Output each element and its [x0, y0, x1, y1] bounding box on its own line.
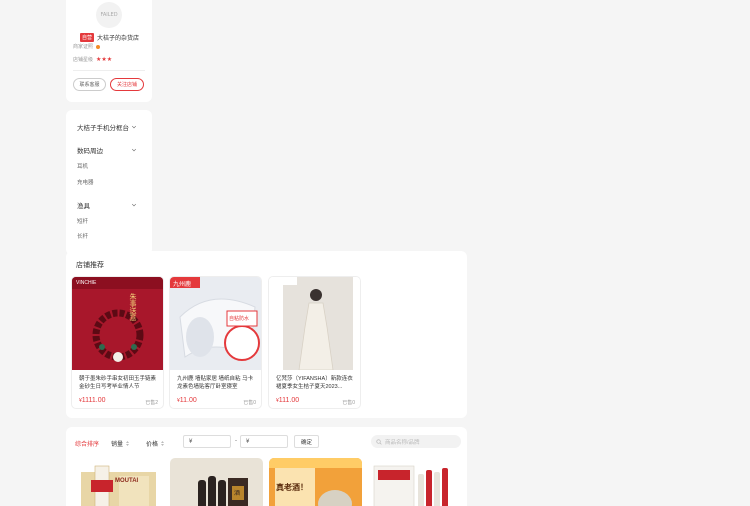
shop-recommend-card: 店铺推荐 VINCHIE 朱事送意 朝于墨朱砂手串女初田玉手链素金砂生日写考毕业…: [66, 251, 467, 418]
recommend-title: 店铺推荐: [76, 262, 104, 269]
product-card[interactable]: 真老酒！: [269, 458, 362, 506]
recommend-item[interactable]: VINCHIE 朱事送意 朝于墨朱砂手串女初田玉手链素金砂生日写考毕业情人节 ¥…: [71, 276, 164, 409]
rating-stars: ★★★: [96, 57, 113, 63]
category-header-label: 大桔子手机分框台: [77, 125, 129, 132]
rating-label: 店铺星级: [73, 57, 94, 63]
recommend-item[interactable]: 九州鹿 自粘防水 九州鹿 墙贴家居 墙纸自粘 马卡龙素色墙贴客厅卧室寝室 ¥11…: [169, 276, 262, 409]
shop-name: 大桔子的杂货店: [97, 36, 140, 42]
product-label: MOUTAI: [115, 478, 139, 484]
sort-tab-price[interactable]: 价格: [146, 439, 165, 448]
category-group-fishing[interactable]: 渔具: [77, 200, 137, 210]
category-group-digital[interactable]: 数码周边: [77, 145, 137, 155]
sort-tab-sales[interactable]: 销量: [111, 439, 130, 448]
contact-service-button[interactable]: 联系客服: [73, 78, 106, 91]
recommend-item[interactable]: 亿梵莎（YIFANSHA）新款连衣裙夏季女生桔子夏天2023... ¥111.0…: [268, 276, 361, 409]
chevron-down-icon: [131, 125, 137, 129]
divider: [73, 70, 145, 71]
product-image-text: 朱事送意: [129, 293, 136, 321]
search-icon: [376, 438, 382, 445]
license-label: 商家证照: [73, 44, 94, 50]
category-item-charger[interactable]: 充电器: [77, 178, 94, 186]
sort-sales-label: 销量: [111, 442, 124, 448]
shop-logo: FAILED: [96, 2, 122, 28]
license-icon[interactable]: [96, 44, 101, 49]
sort-arrows-icon: [126, 441, 130, 446]
category-item-earphone[interactable]: 耳机: [77, 162, 88, 170]
category-group-label: 数码周边: [77, 148, 103, 155]
price-min-input[interactable]: ¥: [183, 435, 231, 448]
product-sold: 已售0: [342, 400, 355, 406]
product-name[interactable]: 朝于墨朱砂手串女初田玉手链素金砂生日写考毕业情人节: [79, 375, 159, 391]
product-image[interactable]: 九州鹿 自粘防水: [170, 277, 261, 370]
chevron-down-icon: [131, 203, 137, 207]
product-price: ¥11.00: [177, 397, 197, 404]
product-label: 酒: [234, 491, 241, 497]
category-group-label: 渔具: [77, 203, 90, 210]
product-brand: 九州鹿: [173, 282, 192, 288]
search-placeholder: 商品名称/品牌: [385, 439, 420, 446]
category-card: 大桔子手机分框台 数码周边 耳机 充电器 渔具 短杆 长杆: [66, 110, 152, 255]
product-image[interactable]: [269, 277, 360, 370]
product-name[interactable]: 亿梵莎（YIFANSHA）新款连衣裙夏季女生桔子夏天2023...: [276, 375, 356, 391]
price-confirm-button[interactable]: 确定: [294, 435, 319, 448]
category-item-long-rod[interactable]: 长杆: [77, 232, 88, 240]
product-sold: 已售0: [243, 400, 256, 406]
product-price: ¥111.00: [276, 397, 300, 404]
product-brand: VINCHIE: [76, 280, 97, 286]
product-sold: 已售2: [145, 400, 158, 406]
price-max-input[interactable]: ¥: [240, 435, 288, 448]
self-operated-badge: 自营: [80, 33, 95, 42]
follow-shop-button[interactable]: 关注店铺: [110, 78, 144, 91]
sort-tab-comprehensive[interactable]: 综合排序: [75, 439, 99, 448]
product-card[interactable]: MOUTAI: [71, 458, 164, 506]
sort-arrows-icon: [161, 441, 165, 446]
product-image[interactable]: VINCHIE 朱事送意: [72, 277, 163, 370]
product-image-text: 自粘防水: [229, 316, 250, 322]
product-price: ¥1111.00: [79, 397, 106, 404]
price-range-dash: -: [235, 438, 237, 444]
category-item-short-rod[interactable]: 短杆: [77, 217, 88, 225]
product-list-card: 综合排序 销量 价格 ¥ - ¥ 确定 商品名称/品牌 MOUTAI 酒 真老酒…: [66, 427, 467, 506]
shop-info-card: FAILED 自营 大桔子的杂货店 商家证照 店铺星级 ★★★ 联系客服 关注店…: [66, 0, 152, 102]
product-card[interactable]: [368, 458, 461, 506]
category-header[interactable]: 大桔子手机分框台: [77, 122, 137, 132]
license-row: 商家证照: [73, 43, 101, 50]
product-name[interactable]: 九州鹿 墙贴家居 墙纸自粘 马卡龙素色墙贴客厅卧室寝室: [177, 375, 257, 391]
search-input[interactable]: 商品名称/品牌: [371, 435, 461, 448]
product-label: 真老酒！: [276, 483, 308, 492]
shop-name-row: 自营 大桔子的杂货店: [80, 33, 139, 42]
product-card[interactable]: 酒: [170, 458, 263, 506]
shop-rating-row: 店铺星级 ★★★: [73, 56, 112, 63]
chevron-down-icon: [131, 148, 137, 152]
sort-price-label: 价格: [146, 442, 159, 448]
